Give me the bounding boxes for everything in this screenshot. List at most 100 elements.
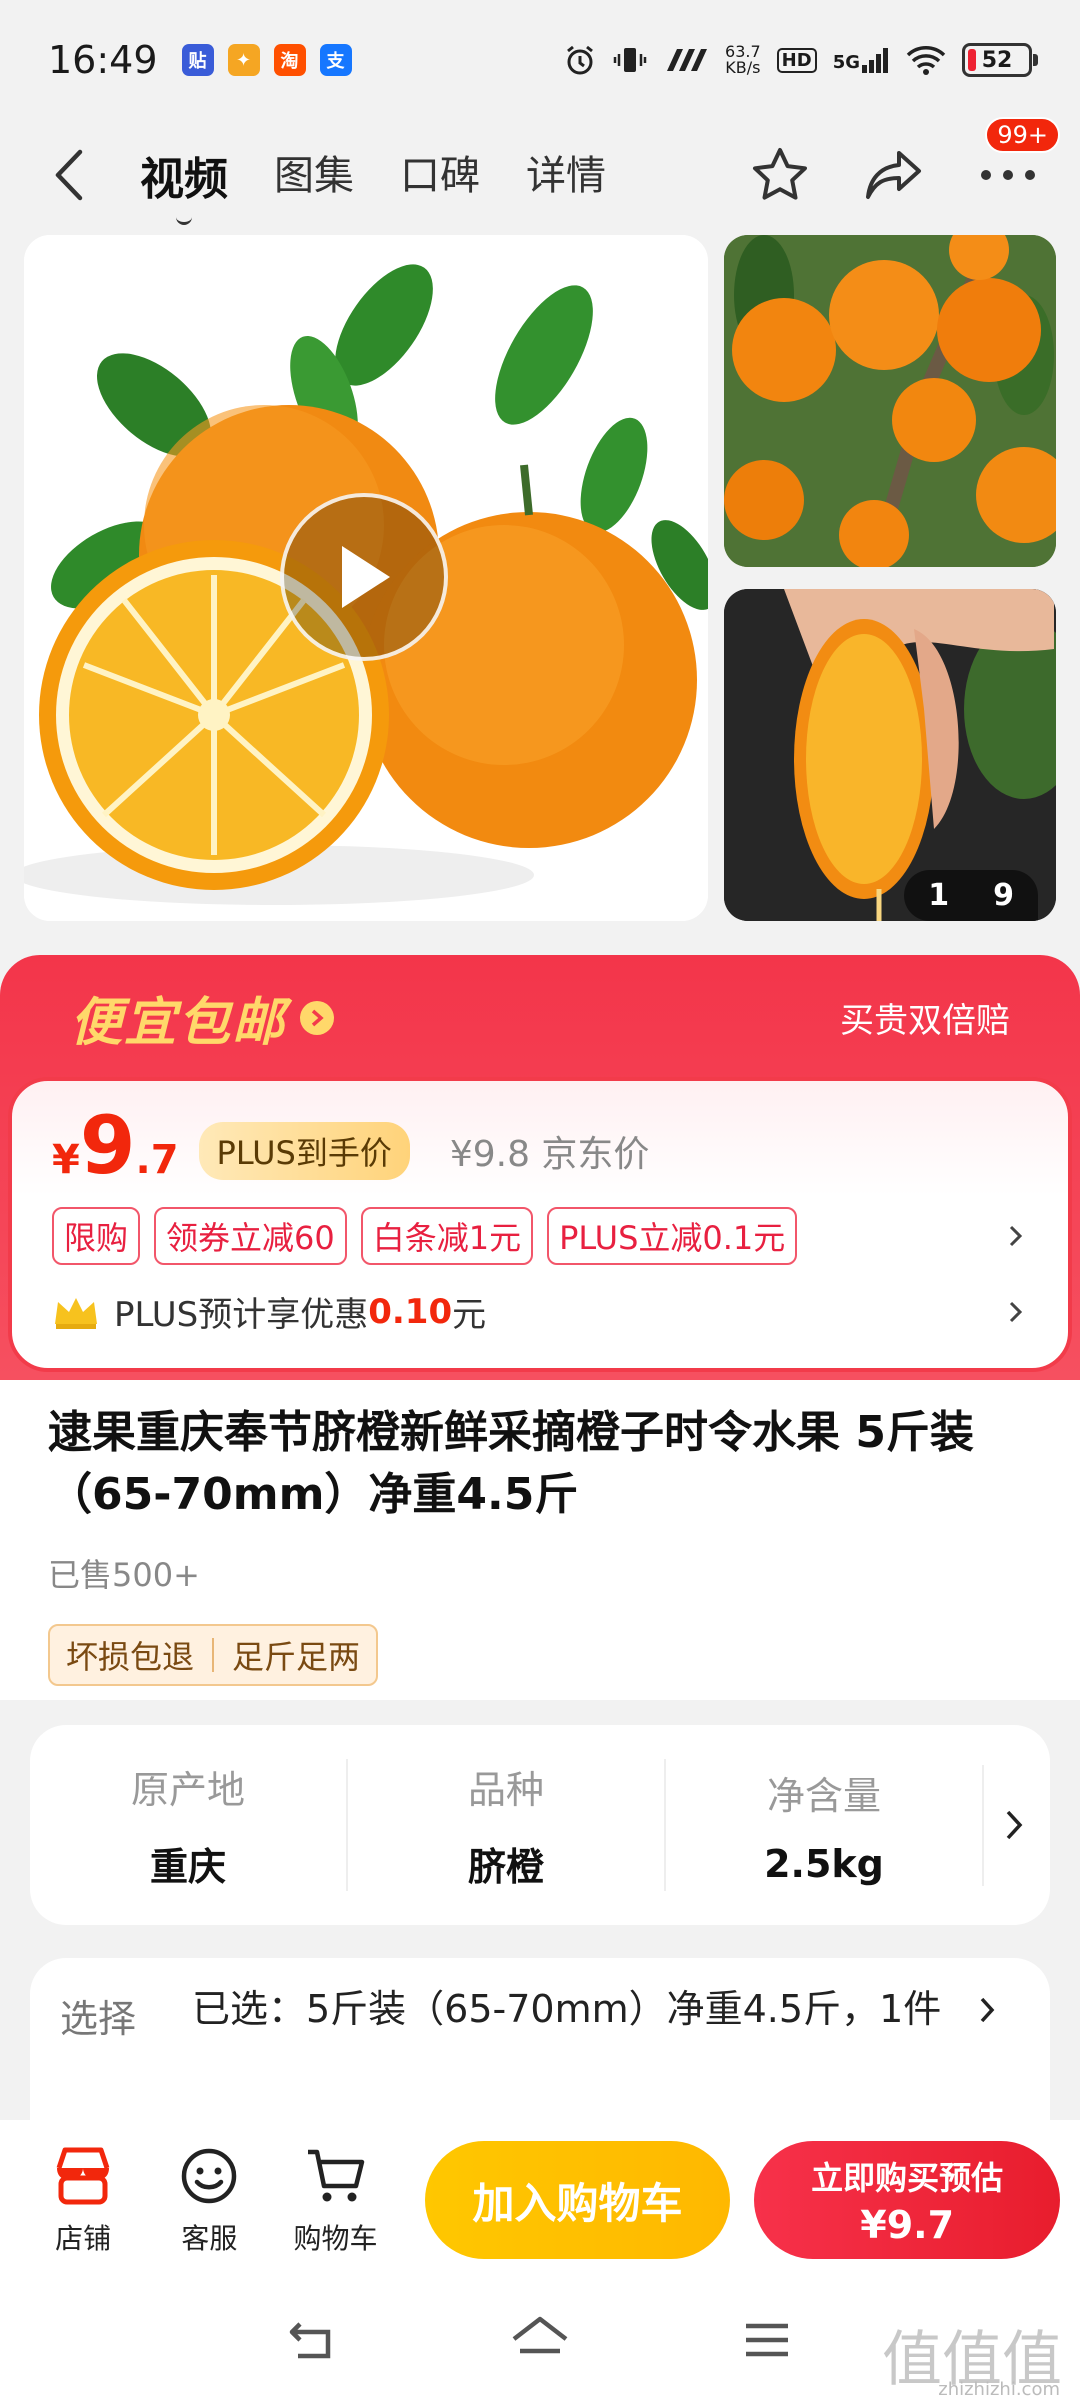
alarm-icon <box>567 45 593 75</box>
tab-reviews[interactable]: 口碑 <box>400 143 480 207</box>
shop-icon <box>50 2143 116 2209</box>
spec-label: 品种 <box>467 1768 544 1812</box>
promo-header[interactable]: 便宜包邮 买贵双倍赔 <box>0 955 1080 1080</box>
spec-variety: 品种 脐橙 <box>348 1759 666 1891</box>
promo-tag: 领券立减60 <box>154 1207 347 1265</box>
cart-button[interactable]: 购物车 <box>272 2143 398 2257</box>
share-icon <box>866 151 921 199</box>
service-tag: 坏损包退 <box>66 1638 195 1676</box>
star-icon <box>753 148 807 200</box>
alipay-app-icon: 支 <box>319 44 352 76</box>
taobao-app-icon: 淘 <box>273 44 306 76</box>
tab-gallery[interactable]: 图集 <box>274 143 354 207</box>
buy-now-button[interactable]: 立即购买预估 ¥9.7 <box>754 2141 1060 2259</box>
specs-card[interactable]: 原产地 重庆 品种 脐橙 净含量 2.5kg <box>30 1725 1050 1925</box>
system-menu-button[interactable] <box>732 2305 802 2375</box>
spec-net-weight: 净含量 2.5kg <box>666 1764 984 1886</box>
service-tags[interactable]: 坏损包退 足斤足两 <box>48 1624 379 1686</box>
promo-tag: 白条减1元 <box>360 1207 534 1265</box>
status-bar: 16:49 贴 ✦ 淘 支 63.7 KB/s HD 5G 52 <box>0 0 1080 120</box>
plus-discount-amount: 0.10 <box>368 1291 453 1332</box>
nav-tabs: 视频 图集 口碑 详情 <box>140 143 606 207</box>
gallery-thumbnail[interactable]: 1 9 <box>724 589 1056 921</box>
media-gallery: 1 9 <box>24 235 1056 925</box>
sold-count: 已售500+ <box>48 1556 200 1594</box>
customer-service-icon <box>176 2143 242 2209</box>
customer-service-label: 客服 <box>181 2222 238 2255</box>
promo-title: 便宜包邮 <box>70 993 287 1053</box>
home-icon <box>512 2316 568 2354</box>
plus-discount-row[interactable]: PLUS预计享优惠 0.10 元 <box>52 1287 1028 1336</box>
more-button[interactable]: 99+ <box>976 117 1060 207</box>
promo-tag: PLUS立减0.1元 <box>547 1207 798 1265</box>
buy-now-price: ¥9.7 <box>860 2203 955 2247</box>
crown-icon <box>55 1297 97 1329</box>
plus-discount-suffix: 元 <box>452 1295 487 1335</box>
cart-label: 购物车 <box>293 2222 378 2255</box>
system-back-button[interactable] <box>278 2305 348 2375</box>
tab-details[interactable]: 详情 <box>526 143 606 207</box>
signal-strength-icon <box>667 49 708 71</box>
price-row: ¥ 9 .7 PLUS到手价 ¥9.8 京东价 <box>52 1099 1028 1192</box>
plus-discount-prefix: PLUS预计享优惠 <box>114 1295 369 1335</box>
customer-service-button[interactable]: 客服 <box>146 2143 272 2257</box>
menu-icon <box>745 2323 788 2357</box>
shop-button[interactable]: 店铺 <box>20 2143 146 2257</box>
status-indicators: 63.7 KB/s HD 5G 52 <box>563 42 1038 77</box>
price-guarantee[interactable]: 买贵双倍赔 <box>840 993 1010 1042</box>
back-arrow-icon <box>55 149 83 201</box>
system-home-button[interactable] <box>505 2305 575 2375</box>
chevron-right-icon[interactable] <box>984 1809 1044 1841</box>
message-count-badge: 99+ <box>985 117 1060 153</box>
chevron-right-icon[interactable] <box>1004 1224 1028 1248</box>
spec-origin: 原产地 重庆 <box>30 1759 348 1891</box>
status-time: 16:49 <box>48 38 158 82</box>
spec-label: 净含量 <box>766 1773 881 1818</box>
gallery-page-indicator: 1 9 <box>904 870 1038 921</box>
selected-variant: 已选：5斤装（65-70mm）净重4.5斤，1件 <box>192 1987 942 2031</box>
share-button[interactable] <box>862 143 926 207</box>
page-current: 1 <box>928 878 950 913</box>
plus-price-badge: PLUS到手价 <box>198 1122 410 1180</box>
add-to-cart-button[interactable]: 加入购物车 <box>424 2141 731 2259</box>
chevron-right-icon <box>300 1000 335 1035</box>
spec-value: 脐橙 <box>467 1845 544 1889</box>
battery-indicator: 52 <box>962 43 1038 77</box>
cell-signal-icon <box>862 48 888 73</box>
select-label: 选择 <box>60 1997 137 2041</box>
promo-tag: 限购 <box>52 1207 141 1265</box>
network-speed: 63.7 KB/s <box>725 42 761 77</box>
price-currency: ¥ <box>52 1137 80 1183</box>
nav-actions: 99+ <box>748 117 1060 207</box>
app-notification-icon: ✦ <box>227 44 260 76</box>
main-video[interactable] <box>24 235 708 921</box>
shop-label: 店铺 <box>55 2222 112 2255</box>
price-integer: 9 <box>79 1099 136 1192</box>
chevron-right-icon <box>962 1988 1012 2098</box>
tab-video[interactable]: 视频 <box>140 143 228 207</box>
promo-tags[interactable]: 限购 领券立减60 白条减1元 PLUS立减0.1元 <box>52 1207 1028 1265</box>
promo-section: 便宜包邮 买贵双倍赔 ¥ 9 .7 PLUS到手价 ¥9.8 京东价 限购 领券… <box>0 955 1080 1380</box>
back-button[interactable] <box>40 145 100 205</box>
product-info: 逮果重庆奉节脐橙新鲜采摘橙子时令水果 5斤装（65-70mm）净重4.5斤 已售… <box>0 1380 1080 1700</box>
watermark-domain: zhizhizhi.com <box>938 2379 1060 2400</box>
gallery-thumbnail[interactable] <box>724 235 1056 567</box>
vibrate-icon <box>613 48 647 72</box>
variant-selector[interactable]: 选择 已选：5斤装（65-70mm）净重4.5斤，1件 <box>30 1958 1050 2128</box>
notification-icons: 贴 ✦ 淘 支 <box>181 44 352 76</box>
play-icon <box>342 546 390 608</box>
price-card: ¥ 9 .7 PLUS到手价 ¥9.8 京东价 限购 领券立减60 白条减1元 … <box>8 1077 1072 1372</box>
bottom-action-bar: 店铺 客服 购物车 加入购物车 立即购买预估 ¥9.7 <box>0 2120 1080 2280</box>
more-dots-icon <box>981 170 1035 180</box>
spec-value: 2.5kg <box>764 1841 884 1886</box>
page-total: 9 <box>993 878 1014 913</box>
buy-now-label: 立即购买预估 <box>811 2159 1004 2197</box>
system-navigation-bar: 值值值 zhizhizhi.com <box>0 2280 1080 2400</box>
network-type: 5G <box>833 47 890 73</box>
tieba-app-icon: 贴 <box>181 44 214 76</box>
play-video-button[interactable] <box>280 493 448 661</box>
chevron-right-icon <box>1004 1300 1028 1324</box>
favorite-button[interactable] <box>748 143 812 207</box>
hd-indicator: HD <box>776 47 817 73</box>
wifi-icon <box>906 46 946 75</box>
